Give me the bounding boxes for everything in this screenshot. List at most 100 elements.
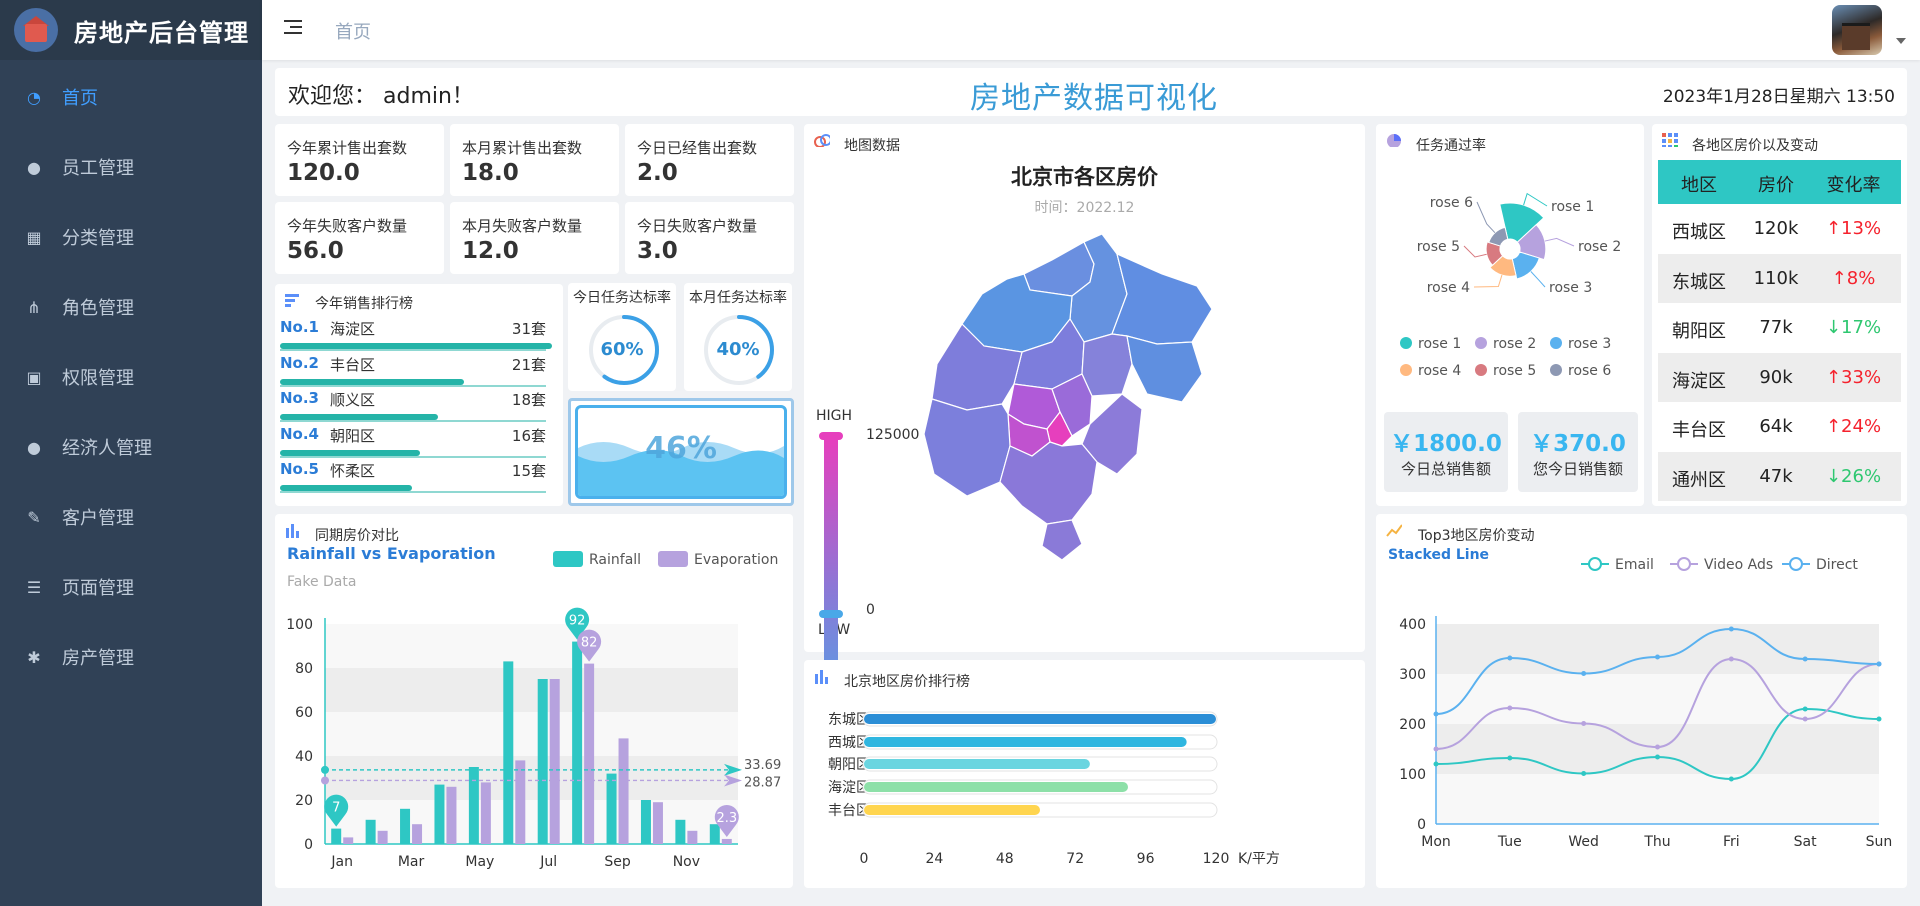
legend-label[interactable]: Rainfall <box>589 552 641 568</box>
bar-rainfall-Dec[interactable] <box>709 824 720 844</box>
legend-label[interactable]: rose 4 <box>1418 363 1461 379</box>
bar-朝阳区[interactable] <box>864 759 1090 769</box>
bar-evaporation-Jun[interactable] <box>515 760 526 844</box>
line-chart[interactable]: Stacked Line Email Video Ads Direct 0 100 200 3… <box>1376 514 1907 888</box>
data-point[interactable] <box>1433 711 1439 717</box>
my-sales-label: 您今日销售额 <box>1532 460 1623 478</box>
bar-evaporation-Aug[interactable] <box>584 663 595 844</box>
data-point[interactable] <box>1581 771 1587 776</box>
sidebar-item-1[interactable]: ● 员工管理 <box>0 139 262 195</box>
bar-evaporation-Sep[interactable] <box>618 738 629 844</box>
bar-西城区[interactable] <box>864 737 1187 747</box>
legend-label[interactable]: Video Ads <box>1704 557 1773 573</box>
price-table-title: 各地区房价以及变动 <box>1692 138 1818 154</box>
bar-evaporation-Apr[interactable] <box>446 786 457 844</box>
data-point[interactable] <box>1802 656 1808 662</box>
rose-chart[interactable]: rose 1 rose 2 rose 3 rose 4 rose 5 rose 6 rose… <box>1376 124 1644 394</box>
bar-rainfall-Oct[interactable] <box>640 800 651 844</box>
data-point[interactable] <box>1507 655 1513 661</box>
breadcrumb[interactable]: 首页 <box>335 18 371 44</box>
sidebar-item-3[interactable]: ⋔ 角色管理 <box>0 279 262 335</box>
bar-丰台区[interactable] <box>864 805 1040 815</box>
legend-dot[interactable] <box>1400 337 1412 349</box>
legend-swatch[interactable] <box>658 551 688 567</box>
sidebar-item-6[interactable]: ✎ 客户管理 <box>0 489 262 545</box>
sidebar-item-7[interactable]: ☰ 页面管理 <box>0 559 262 615</box>
avatar[interactable] <box>1832 5 1882 55</box>
sidebar-item-2[interactable]: ▦ 分类管理 <box>0 209 262 265</box>
bar-rainfall-May[interactable] <box>468 767 479 844</box>
data-point[interactable] <box>1655 744 1660 750</box>
hamburger-icon[interactable] <box>284 18 306 36</box>
sidebar-item-8[interactable]: ✱ 房产管理 <box>0 629 262 685</box>
bar-rainfall-Jun[interactable] <box>503 661 514 844</box>
legend-dot[interactable] <box>1475 364 1487 376</box>
legend-label[interactable]: rose 6 <box>1568 363 1611 379</box>
bar-rainfall-Feb[interactable] <box>365 819 376 844</box>
table-cell-price: 77k <box>1759 317 1793 338</box>
sidebar-item-0[interactable]: ◔ 首页 <box>0 69 262 125</box>
bar-rainfall-Sep[interactable] <box>606 773 617 844</box>
data-point[interactable] <box>1728 626 1734 632</box>
data-point[interactable] <box>1581 721 1587 726</box>
legend-label[interactable]: rose 3 <box>1568 336 1611 352</box>
data-point[interactable] <box>1655 754 1660 760</box>
bar-evaporation-Jul[interactable] <box>549 679 560 844</box>
legend-dot[interactable] <box>1475 337 1487 349</box>
data-point[interactable] <box>1876 716 1882 722</box>
bar-evaporation-Nov[interactable] <box>687 830 698 844</box>
legend-label[interactable]: Direct <box>1816 557 1858 573</box>
bar-rainfall-Jan[interactable] <box>331 828 342 844</box>
data-point[interactable] <box>1802 716 1808 722</box>
bar-evaporation-Feb[interactable] <box>377 830 388 844</box>
data-point[interactable] <box>1433 761 1439 767</box>
legend-marker[interactable] <box>1789 557 1803 571</box>
app-logo[interactable]: 房地产后台管理 <box>0 0 262 60</box>
data-point[interactable] <box>1802 706 1808 712</box>
legend-label[interactable]: Evaporation <box>694 552 778 568</box>
bar-evaporation-Mar[interactable] <box>412 824 423 844</box>
price-rank-chart[interactable]: 东城区西城区朝阳区海淀区丰台区0 24 48 72 96 120 K/平方 <box>804 660 1365 888</box>
beijing-map[interactable] <box>912 224 1252 604</box>
data-point[interactable] <box>1728 656 1734 662</box>
bar-evaporation-Dec[interactable] <box>721 838 732 844</box>
legend-marker[interactable] <box>1588 557 1602 571</box>
bar-rainfall-Apr[interactable] <box>434 784 445 844</box>
legend-dot[interactable] <box>1400 364 1412 376</box>
legend-marker[interactable] <box>1677 557 1691 571</box>
bar-rainfall-Jul[interactable] <box>537 679 548 844</box>
bar-rainfall-Mar[interactable] <box>400 808 411 844</box>
data-point[interactable] <box>1728 776 1734 782</box>
visualmap-bottom-handle[interactable] <box>819 610 843 618</box>
data-point[interactable] <box>1876 661 1882 667</box>
legend-dot[interactable] <box>1550 337 1562 349</box>
user-icon: ● <box>27 157 41 177</box>
bar-东城区[interactable] <box>864 714 1216 724</box>
rose-slice-6[interactable] <box>1488 226 1509 247</box>
my-sales-value: ￥370.0 <box>1530 431 1626 457</box>
data-point[interactable] <box>1507 705 1513 711</box>
bar-evaporation-Oct[interactable] <box>652 802 663 844</box>
rose-label: rose 6 <box>1430 195 1473 211</box>
legend-label[interactable]: rose 5 <box>1493 363 1536 379</box>
grid-band <box>1436 674 1879 724</box>
data-point[interactable] <box>1507 755 1513 761</box>
legend-label[interactable]: rose 2 <box>1493 336 1536 352</box>
caret-down-icon[interactable] <box>1896 38 1906 44</box>
bar-海淀区[interactable] <box>864 782 1128 792</box>
data-point[interactable] <box>1433 746 1439 752</box>
legend-label[interactable]: Email <box>1615 557 1654 573</box>
bar-evaporation-May[interactable] <box>480 782 491 844</box>
bar-evaporation-Jan[interactable] <box>343 837 354 844</box>
legend-label[interactable]: rose 1 <box>1418 336 1461 352</box>
sidebar-item-5[interactable]: ● 经济人管理 <box>0 419 262 475</box>
bar-rainfall-Aug[interactable] <box>572 641 583 844</box>
rainfall-chart[interactable]: Rainfall vs Evaporation Fake Data Rainfall… <box>275 514 793 888</box>
bar-rainfall-Nov[interactable] <box>675 819 686 844</box>
sidebar-item-4[interactable]: ▣ 权限管理 <box>0 349 262 405</box>
data-point[interactable] <box>1655 654 1660 660</box>
legend-swatch[interactable] <box>553 551 583 567</box>
data-point[interactable] <box>1581 671 1587 676</box>
legend-dot[interactable] <box>1550 364 1562 376</box>
sales-rank-panel: 今年销售排行榜 No.1 海淀区 31套 No.2 丰台区 21套 No.3 顺义区 18套 No… <box>275 284 563 506</box>
